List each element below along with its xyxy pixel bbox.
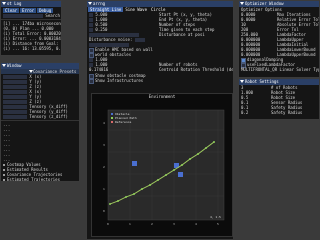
x-tick: 4 [195, 222, 197, 226]
collapse-icon[interactable] [240, 2, 244, 5]
obstacle [178, 172, 183, 177]
bullet-icon [3, 169, 5, 171]
path-point [213, 141, 215, 143]
optimizer-title: Optimizer Window [245, 1, 284, 6]
arrng-window: arrng Straight Line Sine Wave Circle 5.000… [86, 0, 234, 240]
cursor-readout: 4, 1.5 [210, 215, 221, 219]
x-tick: 3 [173, 222, 175, 226]
optimizer-window: Optimizer Window Optimizer Options 0.000… [238, 0, 320, 78]
bullet-icon [3, 179, 5, 181]
obstacle [132, 161, 137, 166]
log-window: ot Log Clear Error Debug Search [i] ... 17… [0, 0, 62, 56]
centroid-rotation-label: Centroid Rotation Threshold (deg) [159, 67, 234, 72]
environment-plot[interactable]: Obstacle Planned Path Reference 0 1 2 3 … [92, 100, 230, 234]
show-infrastructures-checkbox[interactable] [89, 78, 94, 84]
x-ticks: 0 1 2 3 4 5 [107, 222, 219, 226]
show-infrastructures-label: Show Infrastructures [95, 78, 144, 83]
bullet-icon [3, 174, 5, 176]
path-point [165, 174, 167, 176]
path-point [181, 164, 183, 166]
collapse-icon[interactable] [88, 2, 92, 5]
estimated-trajectories-item[interactable]: Estimated Trajectories [7, 177, 60, 181]
robot-label: Safety Radius [271, 110, 303, 115]
y-tick: 3 [103, 143, 105, 147]
path-point [205, 147, 207, 149]
search-input[interactable] [3, 14, 43, 18]
window-title: Window [7, 63, 22, 68]
x-tick: 5 [217, 222, 219, 226]
path-point [141, 188, 143, 190]
bullet-icon [3, 164, 5, 166]
expand-icon [29, 70, 33, 73]
legend-swatch-reference [111, 121, 113, 123]
collapse-icon[interactable] [2, 64, 6, 67]
environment-panel: Environment Obstacle Planned Path Refere… [91, 93, 233, 237]
x-tick: 1 [129, 222, 131, 226]
robot-settings-title: Robot Settings [245, 79, 279, 84]
y-ticks: 0 1 2 3 4 [103, 121, 105, 213]
value-input[interactable] [3, 115, 27, 119]
y-tick: 4 [103, 121, 105, 125]
x-tick: 0 [107, 222, 109, 226]
path-point [133, 193, 135, 195]
path-point [125, 196, 127, 198]
param-value: 0.174816 [89, 67, 109, 72]
collapse-icon[interactable] [240, 80, 244, 83]
legend-reference: Reference [115, 120, 131, 124]
legend-swatch-obstacle [111, 113, 113, 115]
y-tick: 2 [103, 165, 105, 169]
log-title: ot Log [7, 1, 22, 6]
arrng-title: arrng [93, 1, 106, 6]
x-tick: 2 [151, 222, 153, 226]
row-label: Tensory (z_diff) [29, 114, 68, 119]
path-point [149, 184, 151, 186]
log-line: (i) ... 16: 13.05595, 0.04093: 0.000 mm [3, 46, 61, 51]
robot-value[interactable]: 0.2 [239, 110, 269, 115]
path-point [117, 200, 119, 202]
y-tick: 0 [103, 209, 105, 213]
robot-settings-window: Robot Settings 3 1.000 0.5 0.1 0.1 0.2 #… [238, 78, 320, 120]
legend-swatch-path [111, 117, 113, 119]
collapse-icon[interactable] [2, 2, 6, 5]
path-point [157, 179, 159, 181]
covariance-window: Window Covariance Presets X (x) Y (y) Z … [0, 62, 80, 182]
path-point [197, 153, 199, 155]
path-point [189, 158, 191, 160]
path-point [173, 169, 175, 171]
linear-solver-select[interactable]: MULTIFRONTAL_QR Linear Solver Type [239, 67, 319, 72]
search-label: Search [45, 13, 60, 18]
path-point [109, 203, 111, 205]
y-tick: 1 [103, 187, 105, 191]
